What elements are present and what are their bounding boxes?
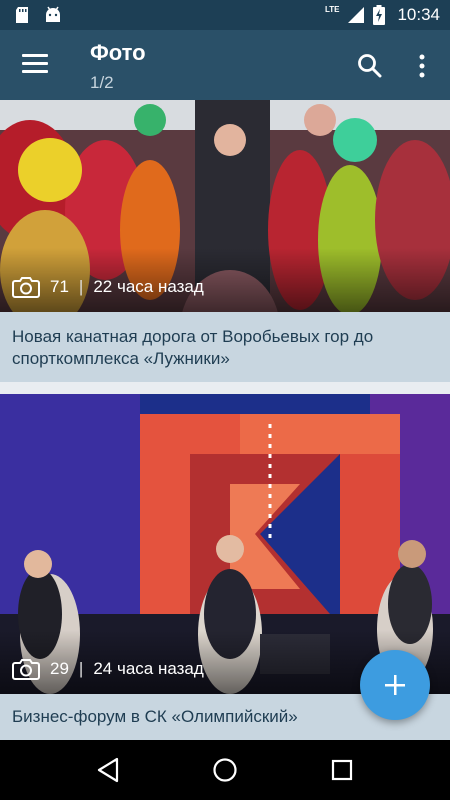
status-left (14, 6, 62, 24)
network-type: LTE (324, 4, 340, 14)
battery-charging-icon (373, 5, 386, 25)
android-icon (46, 6, 60, 22)
back-button[interactable] (88, 750, 128, 790)
camera-icon (12, 659, 40, 680)
time-ago: 24 часа назад (93, 659, 204, 678)
menu-icon (22, 54, 48, 57)
system-nav-bar (0, 740, 450, 800)
meta-separator: | (78, 659, 84, 678)
photo-count: 29 (50, 659, 69, 678)
time-ago: 22 часа назад (93, 277, 204, 296)
signal-icon (348, 7, 365, 23)
gallery-photo[interactable]: 29 | 24 часа назад (0, 394, 450, 694)
gallery-meta: 29 | 24 часа назад (12, 658, 204, 680)
status-bar: LTE 10:34 (0, 0, 450, 30)
sd-card-icon (16, 7, 28, 23)
back-icon (98, 757, 119, 783)
app-bar: Фото 1/2 (0, 30, 450, 100)
home-button[interactable] (205, 750, 245, 790)
more-options-button[interactable] (412, 52, 432, 80)
gallery-meta: 71 | 22 часа назад (12, 276, 204, 298)
home-icon (213, 758, 237, 782)
recents-icon (331, 759, 352, 781)
photo-count: 71 (50, 277, 69, 296)
search-icon (358, 54, 382, 78)
add-button[interactable] (360, 650, 430, 720)
meta-separator: | (78, 277, 84, 296)
page-counter: 1/2 (90, 73, 114, 92)
gallery-card[interactable]: 71 | 22 часа назад Новая канатная дорога… (0, 100, 450, 382)
clock: 10:34 (397, 5, 440, 24)
menu-button[interactable] (22, 54, 48, 74)
gallery-caption[interactable]: Новая канатная дорога от Воробьевых гор … (0, 312, 450, 382)
more-vert-icon (419, 54, 425, 78)
recents-button[interactable] (322, 750, 362, 790)
camera-icon (12, 277, 40, 298)
photo-feed[interactable]: 71 | 22 часа назад Новая канатная дорога… (0, 100, 450, 740)
plus-icon (385, 675, 405, 695)
search-button[interactable] (356, 52, 384, 80)
gallery-photo[interactable]: 71 | 22 часа назад (0, 100, 450, 312)
page-title: Фото (90, 40, 146, 65)
status-right: LTE 10:34 (325, 5, 440, 25)
